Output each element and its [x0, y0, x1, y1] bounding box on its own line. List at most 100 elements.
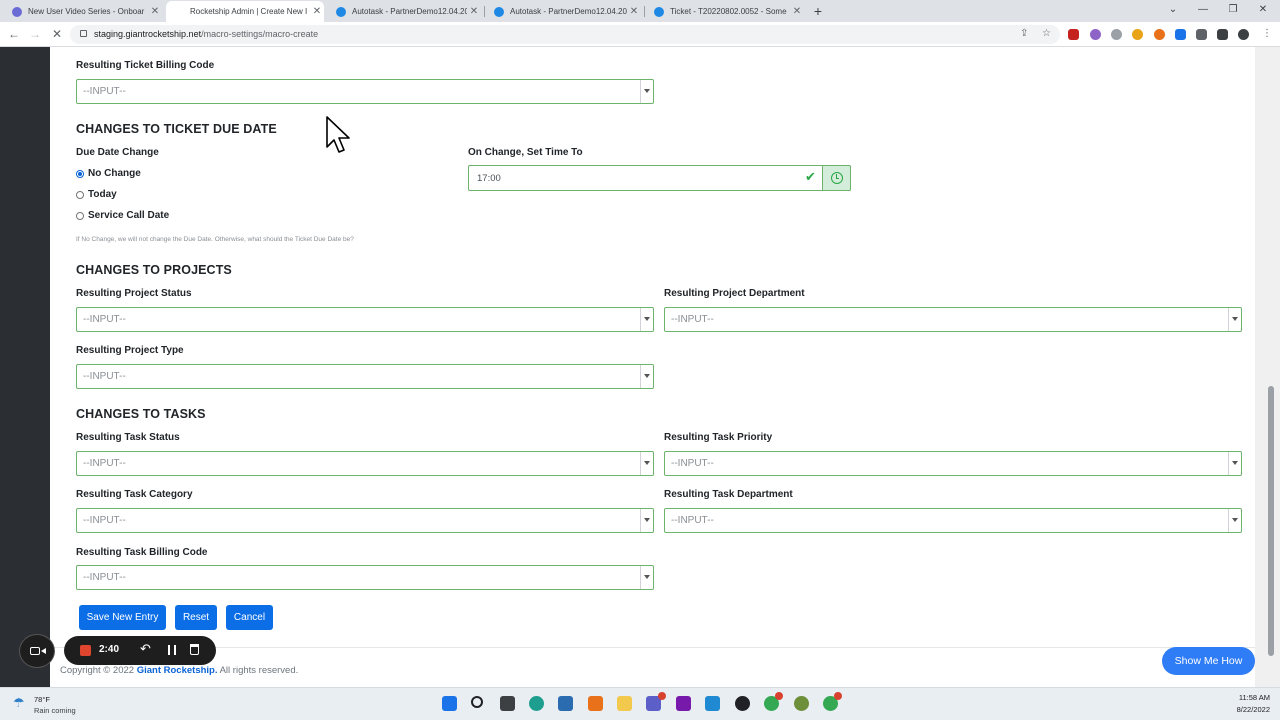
- video-camera-icon: [30, 647, 40, 655]
- close-icon[interactable]: ✕: [148, 6, 162, 17]
- close-icon[interactable]: ✕: [310, 6, 324, 17]
- show-me-how-button[interactable]: Show Me How: [1162, 647, 1255, 675]
- extension-icon[interactable]: [1154, 29, 1165, 40]
- app-icon[interactable]: [794, 696, 809, 711]
- tab-favicon-icon: [654, 6, 664, 17]
- restart-icon[interactable]: ↶: [140, 641, 151, 657]
- browser-tab[interactable]: Ticket - T20220802.0052 - Some ✕: [646, 1, 804, 22]
- browser-tab-active[interactable]: Rocketship Admin | Create New I ✕: [166, 1, 324, 22]
- task-billing-code-select[interactable]: --INPUT--: [76, 565, 654, 590]
- dropdown-toggle[interactable]: [640, 365, 653, 388]
- task-category-select[interactable]: --INPUT--: [76, 508, 654, 533]
- edge-browser-icon[interactable]: [529, 696, 544, 711]
- select-placeholder: --INPUT--: [83, 314, 126, 325]
- notification-badge: [834, 692, 842, 700]
- tab-favicon-icon: [336, 6, 346, 17]
- trash-icon[interactable]: [190, 644, 199, 655]
- close-icon[interactable]: ✕: [467, 6, 481, 17]
- menu-kebab-icon[interactable]: ⋮: [1262, 28, 1272, 39]
- avatar[interactable]: [1238, 29, 1249, 40]
- store-icon[interactable]: [558, 696, 573, 711]
- webcam-toggle-button[interactable]: [19, 634, 55, 668]
- url-input[interactable]: staging.giantrocketship.net/macro-settin…: [70, 25, 1060, 44]
- radio-service-call-date[interactable]: Service Call Date: [76, 210, 169, 221]
- radio-button[interactable]: [76, 190, 84, 199]
- dropdown-toggle[interactable]: [640, 452, 653, 475]
- minimize-icon[interactable]: —: [1188, 0, 1218, 22]
- ticket-billing-code-label: Resulting Ticket Billing Code: [76, 60, 215, 71]
- project-status-select[interactable]: --INPUT--: [76, 307, 654, 332]
- browser-tab[interactable]: Autotask - PartnerDemo12.04.20 ✕: [486, 1, 641, 22]
- scrollbar[interactable]: [1268, 386, 1274, 656]
- stop-recording-icon[interactable]: [80, 645, 91, 656]
- project-type-label: Resulting Project Type: [76, 345, 184, 356]
- extension-icon[interactable]: [1196, 29, 1207, 40]
- task-department-select[interactable]: --INPUT--: [664, 508, 1242, 533]
- dropdown-toggle[interactable]: [1228, 452, 1241, 475]
- weather-rain-icon: ☂: [13, 695, 25, 710]
- reset-button[interactable]: Reset: [175, 605, 217, 630]
- system-clock[interactable]: 11:58 AM: [1226, 693, 1270, 702]
- time-input[interactable]: 17:00 ✔: [468, 165, 851, 191]
- extension-icon[interactable]: [1175, 29, 1186, 40]
- browser-tab[interactable]: Autotask - PartnerDemo12.04.20 ✕: [328, 1, 481, 22]
- radio-today[interactable]: Today: [76, 189, 117, 200]
- dropdown-toggle[interactable]: [1228, 509, 1241, 532]
- linux-penguin-icon[interactable]: [735, 696, 750, 711]
- ticket-billing-code-select[interactable]: --INPUT--: [76, 79, 654, 104]
- pause-icon[interactable]: [168, 645, 176, 655]
- close-icon[interactable]: ✕: [627, 6, 641, 17]
- tab-search-icon[interactable]: ⌄: [1158, 0, 1188, 22]
- dropdown-toggle[interactable]: [640, 509, 653, 532]
- cancel-button[interactable]: Cancel: [226, 605, 273, 630]
- extension-icon[interactable]: [1111, 29, 1122, 40]
- chevron-down-icon: [644, 575, 650, 579]
- extension-icon[interactable]: [1132, 29, 1143, 40]
- task-view-icon[interactable]: [500, 696, 515, 711]
- project-type-select[interactable]: --INPUT--: [76, 364, 654, 389]
- system-date[interactable]: 8/22/2022: [1220, 705, 1270, 714]
- extension-icon[interactable]: [1068, 29, 1079, 40]
- url-path: /macro-settings/macro-create: [201, 29, 319, 39]
- save-new-entry-button[interactable]: Save New Entry: [79, 605, 166, 630]
- bookmark-star-icon[interactable]: ☆: [1042, 28, 1051, 39]
- dropdown-toggle[interactable]: [640, 308, 653, 331]
- task-priority-label: Resulting Task Priority: [664, 432, 773, 443]
- weather-temperature: 78°F: [34, 695, 50, 704]
- radio-button-checked[interactable]: [76, 169, 84, 178]
- close-icon[interactable]: ✕: [790, 6, 804, 17]
- app-icon[interactable]: [588, 696, 603, 711]
- dropdown-toggle[interactable]: [640, 566, 653, 589]
- share-icon[interactable]: ⇪: [1020, 28, 1028, 39]
- task-priority-select[interactable]: --INPUT--: [664, 451, 1242, 476]
- dropdown-toggle[interactable]: [640, 80, 653, 103]
- back-icon[interactable]: ←: [5, 26, 23, 42]
- project-department-select[interactable]: --INPUT--: [664, 307, 1242, 332]
- extensions-puzzle-icon[interactable]: [1217, 29, 1228, 40]
- search-icon[interactable]: [471, 696, 483, 708]
- vscode-icon[interactable]: [705, 696, 720, 711]
- new-tab-icon[interactable]: +: [810, 2, 826, 20]
- brand-link[interactable]: Giant Rocketship.: [137, 665, 218, 676]
- clock-icon: [831, 172, 843, 184]
- select-placeholder: --INPUT--: [671, 515, 714, 526]
- onenote-icon[interactable]: [676, 696, 691, 711]
- browser-tab[interactable]: New User Video Series - Onboar ✕: [4, 1, 162, 22]
- recording-controls: 2:40 ↶: [64, 636, 216, 665]
- radio-button[interactable]: [76, 211, 84, 220]
- forward-icon[interactable]: →: [26, 26, 44, 42]
- radio-no-change[interactable]: No Change: [76, 168, 141, 179]
- task-status-select[interactable]: --INPUT--: [76, 451, 654, 476]
- stop-loading-icon[interactable]: ✕: [48, 26, 66, 42]
- time-picker-button[interactable]: [822, 165, 851, 191]
- page-footer: Copyright © 2022 Giant Rocketship. All r…: [50, 647, 1255, 687]
- select-placeholder: --INPUT--: [83, 572, 126, 583]
- window-close-icon[interactable]: ✕: [1248, 0, 1278, 22]
- dropdown-toggle[interactable]: [1228, 308, 1241, 331]
- task-category-label: Resulting Task Category: [76, 489, 193, 500]
- recording-timer: 2:40: [99, 644, 120, 655]
- restore-icon[interactable]: ❐: [1218, 0, 1248, 22]
- extension-icon[interactable]: [1090, 29, 1101, 40]
- windows-start-icon[interactable]: [442, 696, 457, 711]
- file-explorer-icon[interactable]: [617, 696, 632, 711]
